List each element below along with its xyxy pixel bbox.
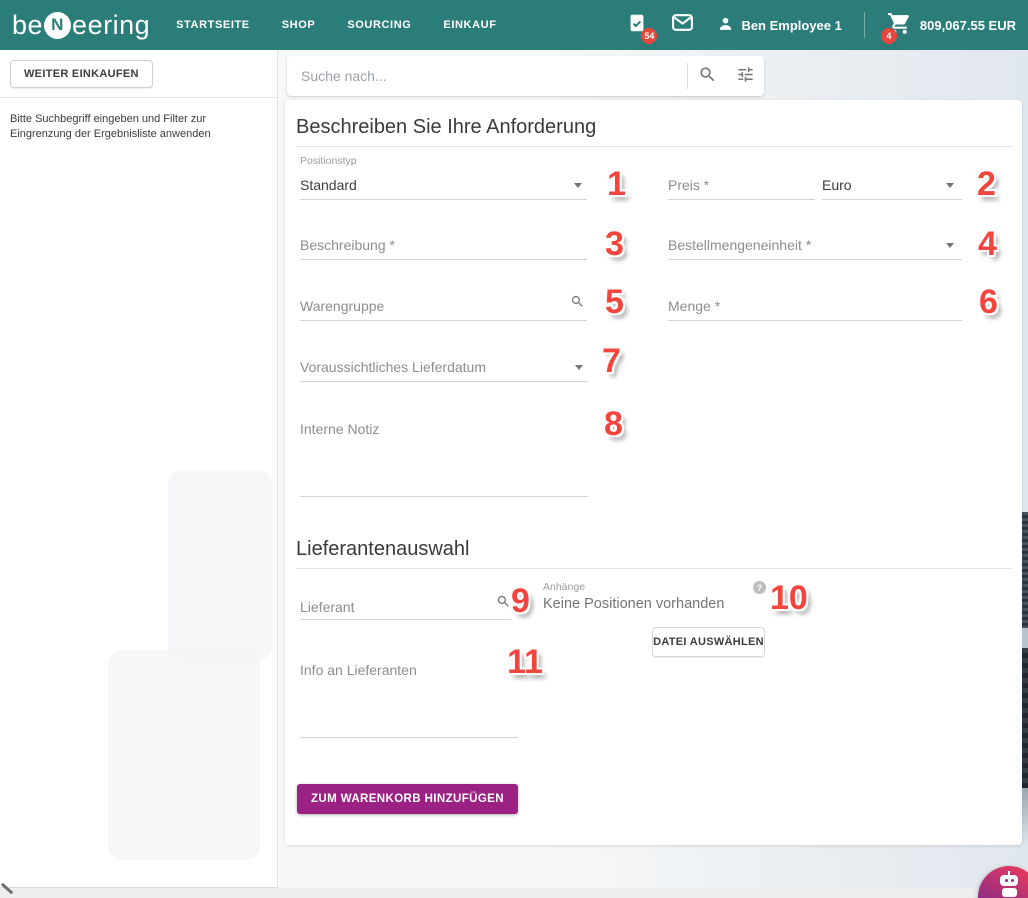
choose-file-button[interactable]: DATEI AUSWÄHLEN <box>652 627 765 657</box>
brand-logo[interactable]: be N eering <box>12 10 150 41</box>
user-menu[interactable]: Ben Employee 1 <box>717 15 841 35</box>
annotation-3: 3 <box>605 227 624 261</box>
background-image-strip <box>1022 512 1028 628</box>
positionstyp-label: Positionstyp <box>300 155 357 167</box>
filter-sidebar: WEITER EINKAUFEN Bitte Suchbegriff einge… <box>0 50 278 888</box>
search-button[interactable] <box>688 57 726 95</box>
tasks-button[interactable]: 54 <box>626 12 648 39</box>
robot-icon <box>997 871 1021 897</box>
bestellmengeneinheit-select[interactable]: Bestellmengeneinheit * <box>668 229 962 260</box>
chevron-down-icon <box>574 183 582 188</box>
search-icon <box>698 65 717 87</box>
currency-select[interactable]: Euro <box>822 169 962 200</box>
requirement-form-card: Beschreiben Sie Ihre Anforderung Positio… <box>285 100 1022 845</box>
search-icon[interactable] <box>570 294 585 314</box>
continue-shopping-button[interactable]: WEITER EINKAUFEN <box>10 60 153 88</box>
nav-item-shop[interactable]: SHOP <box>282 19 316 31</box>
annotation-9: 9 <box>511 584 530 618</box>
sidebar-divider <box>0 97 278 98</box>
search-bar <box>287 56 764 96</box>
annotation-10: 10 <box>770 581 808 615</box>
preis-input[interactable]: Preis * <box>668 169 815 200</box>
interne-notiz-label: Interne Notiz <box>300 421 379 437</box>
search-input[interactable] <box>287 68 687 84</box>
lieferant-lookup[interactable]: Lieferant <box>300 578 511 620</box>
logo-n-icon: N <box>44 12 71 39</box>
chevron-down-icon <box>575 365 583 370</box>
messages-button[interactable] <box>670 10 695 40</box>
currency-value: Euro <box>822 177 852 193</box>
search-icon[interactable] <box>496 594 511 614</box>
anhaenge-empty-text: Keine Positionen vorhanden <box>543 596 724 612</box>
annotation-5: 5 <box>605 285 624 319</box>
header-right-group: 54 Ben Employee 1 4 <box>626 10 1028 40</box>
annotation-1: 1 <box>607 167 626 201</box>
beschreibung-label: Beschreibung * <box>300 237 395 253</box>
supplier-section-title: Lieferantenauswahl <box>296 538 469 561</box>
annotation-6: 6 <box>979 285 998 319</box>
menge-label: Menge * <box>668 298 720 314</box>
background-image-strip <box>1022 788 1028 846</box>
beschreibung-input[interactable]: Beschreibung * <box>300 229 587 260</box>
annotation-8: 8 <box>604 407 623 441</box>
info-an-lieferanten-textarea[interactable]: Info an Lieferanten <box>300 652 518 738</box>
person-icon <box>717 15 734 35</box>
warengruppe-lookup[interactable]: Warengruppe <box>300 290 587 321</box>
nav-item-sourcing[interactable]: SOURCING <box>347 19 411 31</box>
supplier-divider <box>296 568 1012 569</box>
header-divider <box>864 12 865 38</box>
sidebar-hint-text: Bitte Suchbegriff eingeben und Filter zu… <box>10 112 268 142</box>
interne-notiz-textarea[interactable]: Interne Notiz <box>300 405 588 497</box>
nav-item-startseite[interactable]: STARTSEITE <box>176 19 250 31</box>
positionstyp-select[interactable]: Positionstyp Standard <box>300 155 587 200</box>
lieferdatum-select[interactable]: Voraussichtliches Lieferdatum <box>300 351 588 382</box>
annotation-11: 11 <box>507 645 543 679</box>
top-header: be N eering STARTSEITE SHOP SOURCING EIN… <box>0 0 1028 50</box>
bestellmengeneinheit-label: Bestellmengeneinheit * <box>668 237 811 253</box>
anhaenge-label: Anhänge <box>543 581 585 593</box>
chevron-down-icon <box>946 243 954 248</box>
title-divider <box>296 146 1012 147</box>
annotation-2: 2 <box>977 167 996 201</box>
lieferant-label: Lieferant <box>300 599 354 615</box>
user-name: Ben Employee 1 <box>741 18 841 33</box>
tune-icon <box>736 65 755 87</box>
help-icon[interactable]: ? <box>753 581 766 594</box>
main-nav: STARTSEITE SHOP SOURCING EINKAUF <box>176 19 496 31</box>
annotation-4: 4 <box>978 227 997 261</box>
info-an-lieferanten-label: Info an Lieferanten <box>300 662 417 678</box>
background-image-strip <box>1022 648 1028 788</box>
search-filter-button[interactable] <box>726 57 764 95</box>
logo-text-pre: be <box>12 10 43 41</box>
watermark-shape <box>108 650 260 860</box>
nav-item-einkauf[interactable]: EINKAUF <box>443 19 496 31</box>
background-image-strip <box>1022 628 1028 648</box>
preis-label: Preis * <box>668 177 709 193</box>
positionstyp-value: Standard <box>300 177 357 193</box>
warengruppe-label: Warengruppe <box>300 298 384 314</box>
logo-text-post: eering <box>72 10 150 41</box>
cart-button[interactable]: 4 809,067.55 EUR <box>887 11 1016 39</box>
add-to-cart-button[interactable]: ZUM WARENKORB HINZUFÜGEN <box>297 784 518 814</box>
menge-input[interactable]: Menge * <box>668 290 962 321</box>
watermark-shape <box>168 470 272 660</box>
annotation-7: 7 <box>602 344 621 378</box>
chevron-down-icon <box>946 183 954 188</box>
cart-badge: 4 <box>881 28 897 44</box>
form-title: Beschreiben Sie Ihre Anforderung <box>296 116 596 139</box>
lieferdatum-label: Voraussichtliches Lieferdatum <box>300 359 486 375</box>
app-root: be N eering STARTSEITE SHOP SOURCING EIN… <box>0 0 1028 898</box>
tasks-badge: 54 <box>641 28 657 44</box>
mail-icon <box>670 10 695 40</box>
cart-total: 809,067.55 EUR <box>920 18 1016 33</box>
